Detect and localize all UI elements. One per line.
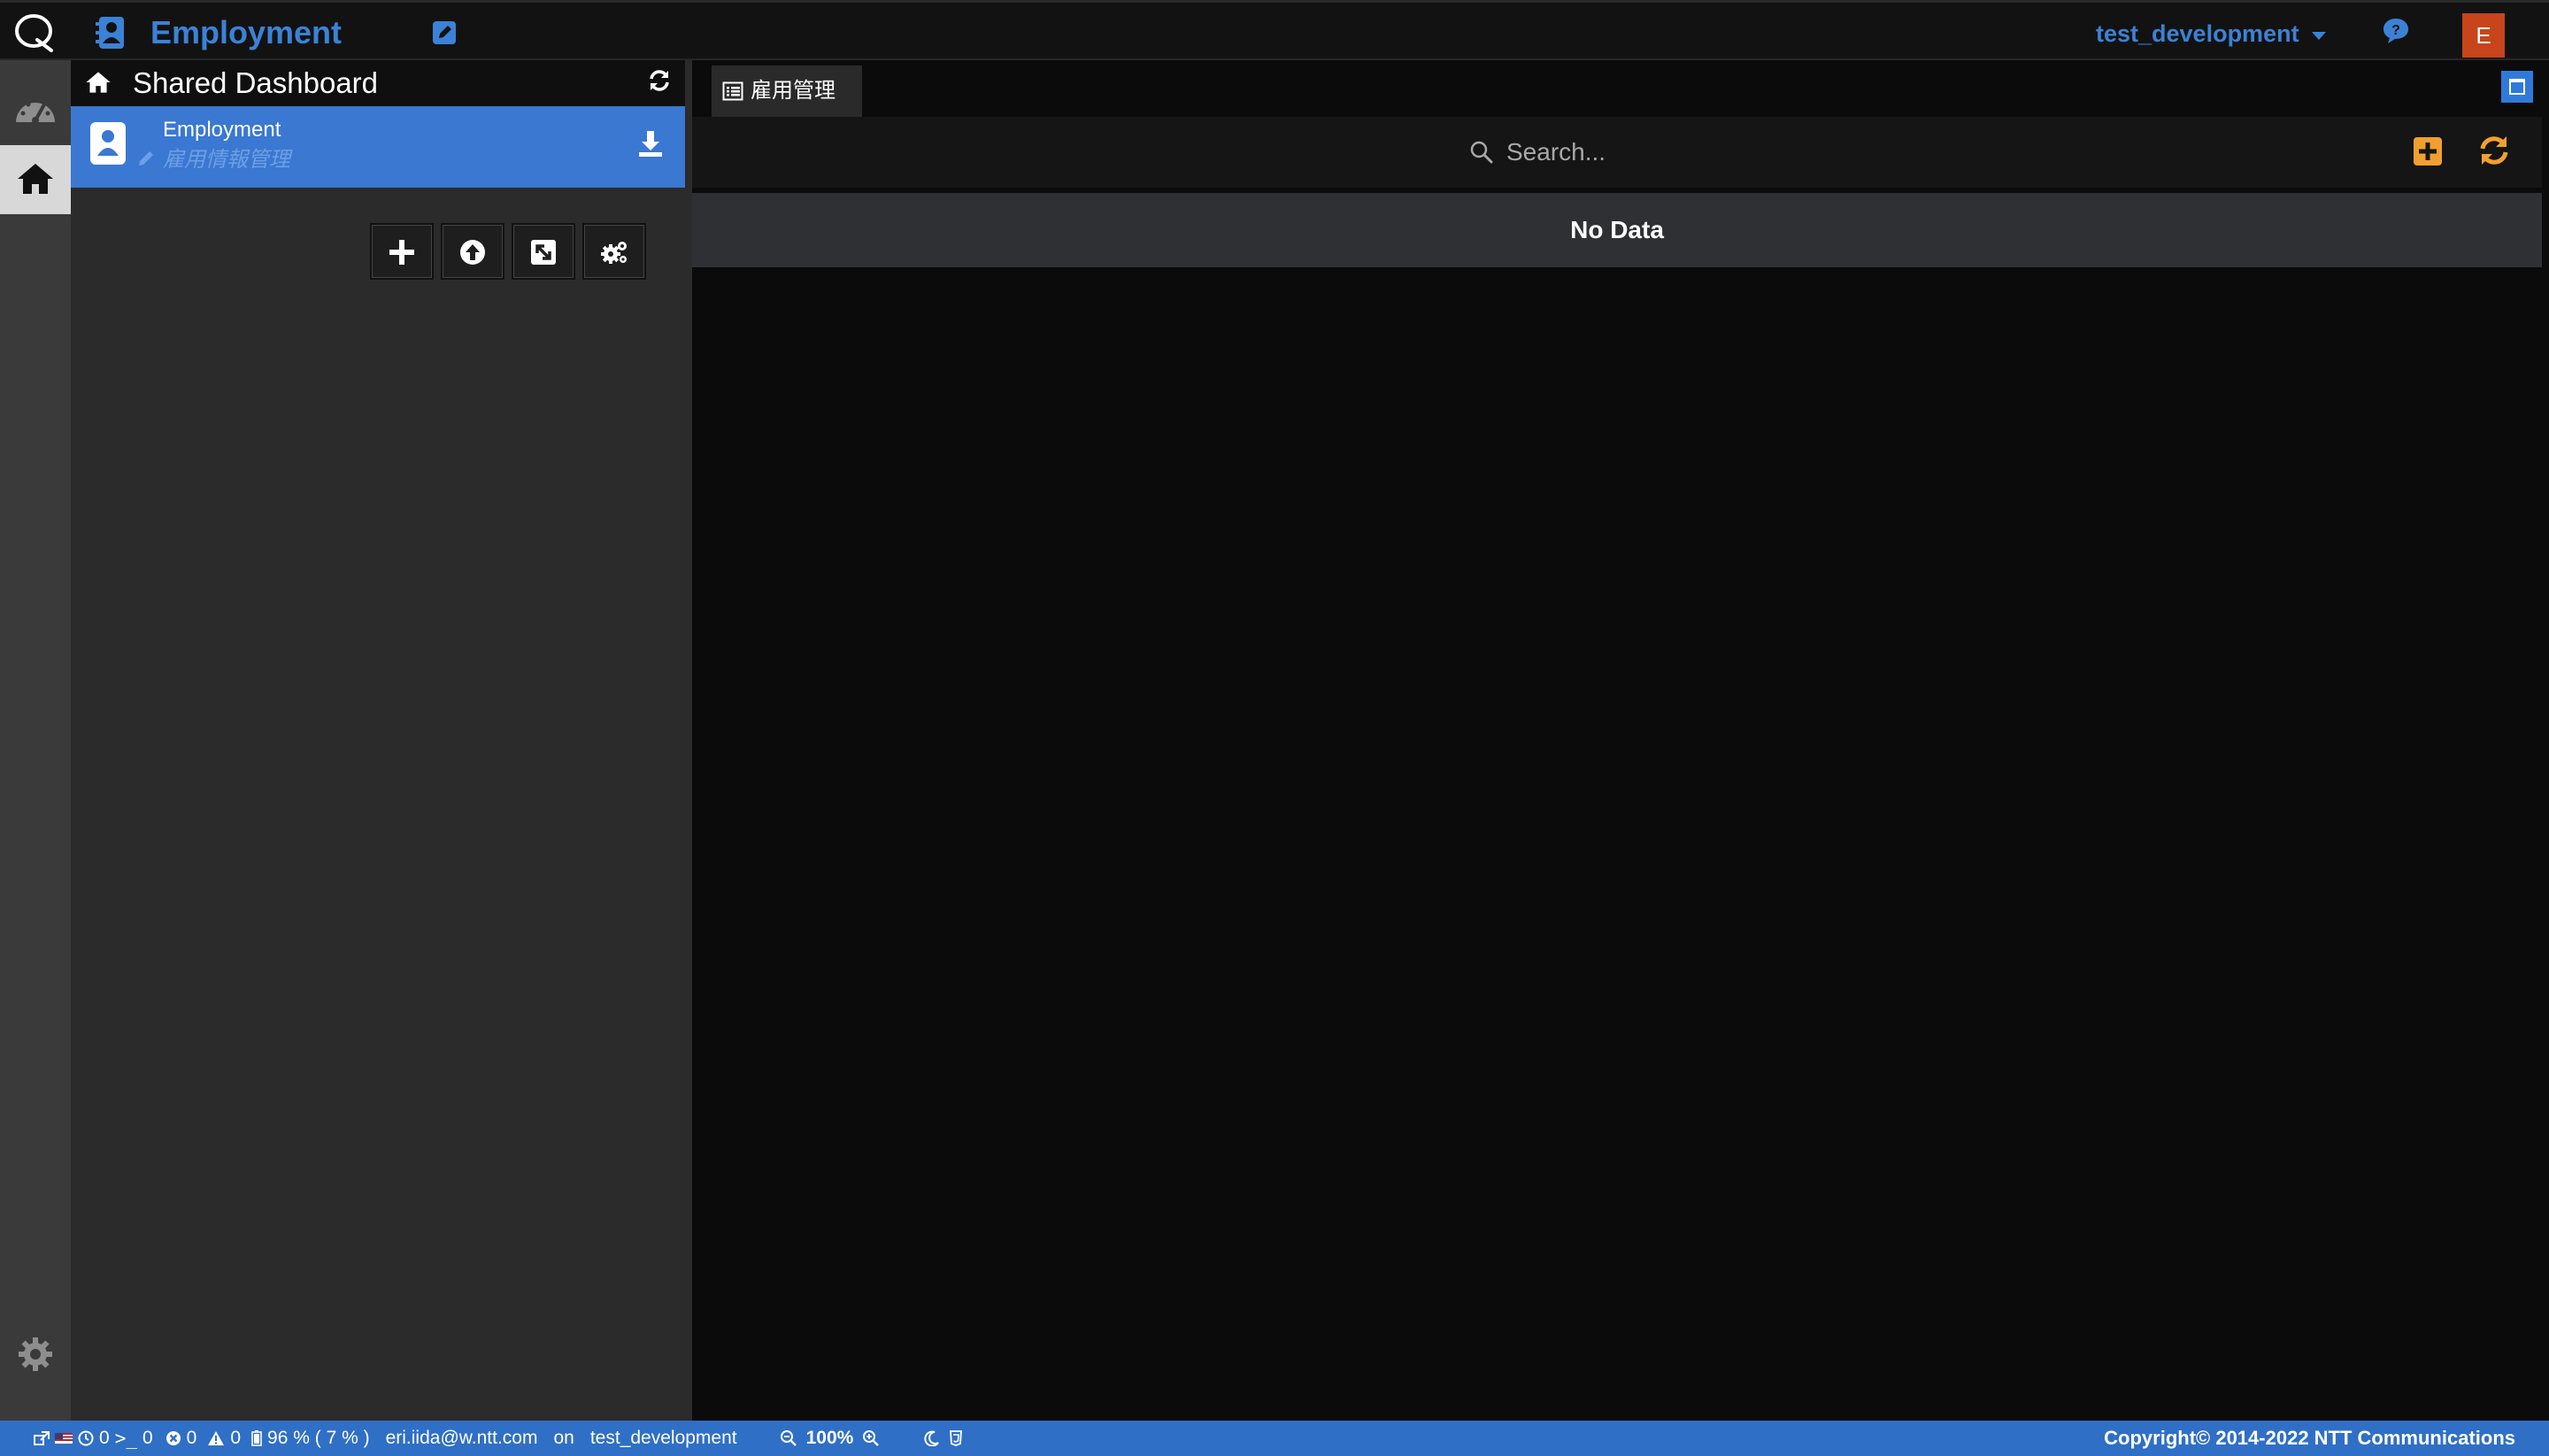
error-count: 0 [186, 1428, 197, 1448]
list-item[interactable]: Employment 雇用情報管理 [71, 106, 685, 188]
window-maximize-icon[interactable] [2501, 71, 2533, 103]
grid-toolbar [692, 117, 2542, 188]
app-logo-icon[interactable] [11, 12, 60, 54]
theme-moon-icon[interactable] [924, 1430, 940, 1446]
zoom-in-icon[interactable] [862, 1429, 880, 1447]
plus-square-icon [2414, 137, 2442, 166]
cogs-icon [601, 242, 627, 264]
memory-usage: 96 % ( 7 % ) [267, 1428, 370, 1448]
address-book-icon [89, 120, 127, 166]
console-count: 0 [142, 1428, 153, 1448]
help-icon[interactable]: ? [2381, 17, 2411, 45]
user-avatar[interactable]: E [2462, 13, 2505, 58]
css-icon[interactable] [949, 1430, 963, 1446]
upload-icon [460, 240, 485, 265]
dashboard-panel: Shared Dashboard Employment 雇用情報管理 [71, 60, 685, 1421]
session-info: eri.iida@w.ntt.com on test_development [386, 1428, 737, 1449]
settings-button[interactable] [582, 223, 646, 280]
flag-us-icon[interactable] [55, 1433, 73, 1444]
user-email: eri.iida@w.ntt.com [385, 1428, 538, 1448]
dashboard-gauge-icon[interactable] [12, 92, 58, 127]
table-icon [722, 81, 743, 101]
search-icon [1470, 141, 1493, 164]
nav-home[interactable] [0, 145, 71, 214]
sync-icon [2480, 136, 2508, 165]
timer-count: 0 [99, 1428, 110, 1448]
environment-select[interactable]: test_development [2096, 17, 2326, 50]
item-name: Employment [163, 118, 281, 142]
pencil-icon[interactable] [136, 149, 156, 168]
status-bar: 0 >_ 0 0 0 96 % ( 7 % ) eri.iida@w.ntt.c… [0, 1421, 2549, 1456]
battery-icon [251, 1430, 262, 1446]
left-rail [0, 60, 71, 1421]
zoom-controls: 100% [780, 1428, 881, 1449]
panel-title: Shared Dashboard [133, 66, 379, 99]
clock-icon [78, 1430, 94, 1446]
environment-name: test_development [589, 1428, 737, 1448]
environment-label: test_development [2096, 20, 2299, 47]
plus-icon [389, 240, 414, 265]
refresh-icon[interactable] [646, 67, 673, 94]
empty-state-message: No Data [692, 193, 2542, 267]
home-icon [85, 69, 112, 96]
address-book-icon [96, 15, 127, 50]
top-bar: Employment test_development ? E [0, 0, 2549, 60]
home-icon [18, 164, 53, 194]
warning-count: 0 [230, 1428, 242, 1448]
svg-text:?: ? [2391, 23, 2400, 38]
zoom-out-icon[interactable] [780, 1429, 797, 1447]
panel-header: Shared Dashboard [71, 60, 685, 106]
download-icon[interactable] [637, 129, 664, 158]
misc-controls [924, 1430, 963, 1446]
settings-gear-icon[interactable] [16, 1335, 55, 1374]
search-box [1469, 135, 1735, 170]
main-panel: 雇用管理 No Data [685, 60, 2549, 1421]
sync-button[interactable] [2476, 133, 2512, 168]
export-button[interactable] [512, 223, 575, 280]
external-link-icon[interactable] [34, 1431, 50, 1445]
chevron-down-icon [2311, 31, 2326, 40]
warning-icon [208, 1431, 225, 1445]
export-icon [531, 240, 556, 265]
terminal-icon: >_ [114, 1428, 137, 1449]
search-input[interactable] [1506, 135, 1728, 169]
app-title: Employment [150, 14, 343, 50]
add-record-button[interactable] [2411, 135, 2445, 168]
error-circle-icon [166, 1431, 181, 1445]
item-subtitle: 雇用情報管理 [163, 148, 290, 172]
add-button[interactable] [370, 223, 434, 280]
on-label: on [553, 1428, 574, 1448]
edit-icon[interactable] [432, 20, 457, 45]
tab-employment-management[interactable]: 雇用管理 [712, 65, 862, 117]
upload-button[interactable] [441, 223, 504, 280]
tab-label: 雇用管理 [751, 79, 836, 103]
copyright-text: Copyright© 2014-2022 NTT Communications [2104, 1427, 2515, 1449]
status-indicators: 0 >_ 0 0 0 96 % ( 7 % ) [34, 1428, 370, 1449]
zoom-level: 100% [805, 1428, 854, 1448]
